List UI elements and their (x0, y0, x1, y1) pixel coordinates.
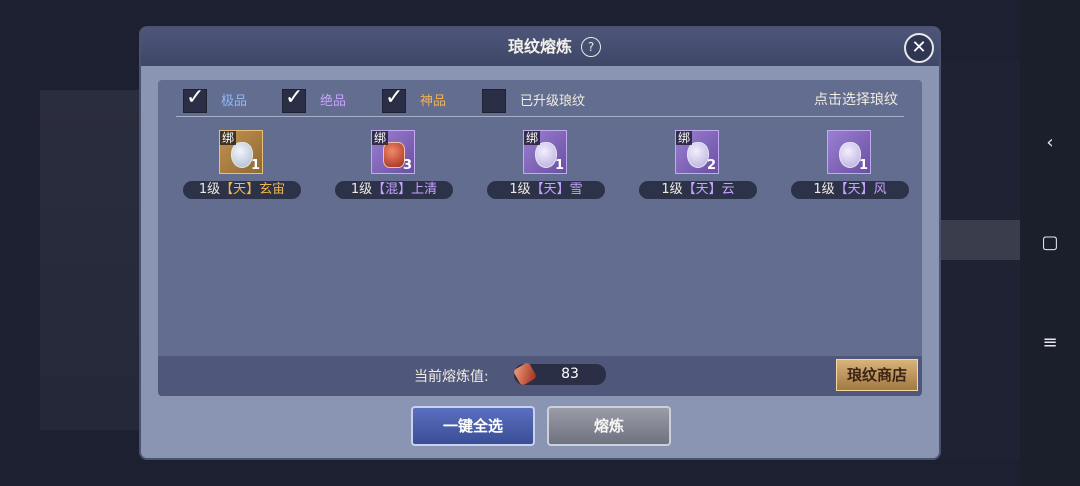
system-nav-bar: ‹ ▢ ≡ (1020, 0, 1080, 486)
item-icon[interactable]: 绑1 (523, 130, 567, 174)
background-panel (40, 90, 140, 430)
divider (176, 116, 904, 117)
background-block (940, 220, 1020, 260)
item-name: 1级【天】云 (639, 181, 757, 199)
item-card[interactable]: 绑 3 1级【混】上清 (335, 130, 453, 202)
home-icon[interactable]: ▢ (1040, 232, 1060, 253)
item-card[interactable]: 绑 1 1级【天】玄宙 (183, 130, 301, 202)
filter-checkbox[interactable] (482, 89, 506, 113)
item-level: 1级 (350, 182, 373, 197)
filter-label[interactable]: 神品 (420, 90, 446, 109)
filter-label[interactable]: 极品 (221, 90, 247, 109)
item-level: 1级 (813, 182, 835, 197)
bound-tag: 绑 (676, 131, 693, 145)
item-tier: 【天】 (530, 182, 570, 197)
bound-tag: 绑 (372, 131, 389, 145)
item-icon[interactable]: 绑1 (219, 130, 263, 174)
select-all-button[interactable]: 一键全选 (411, 406, 535, 446)
item-quantity: 1 (554, 158, 564, 173)
filter-row: ✓ 极品 ✓ 绝品 ✓ 神品 已升级琅纹 (158, 80, 922, 118)
title-bar: 琅纹熔炼 ? ✕ (141, 28, 939, 66)
rune-gem-icon (687, 142, 709, 168)
smelt-dialog: 琅纹熔炼 ? ✕ ✓ 极品 ✓ 绝品 ✓ 神品 已升级琅纹 点击选择琅纹 绑 1 1级【天】玄宙… (141, 28, 939, 458)
bound-tag: 绑 (220, 131, 237, 145)
check-icon: ✓ (385, 85, 404, 110)
filter-label[interactable]: 绝品 (320, 90, 346, 109)
item-icon[interactable]: 1 (827, 130, 871, 174)
select-hint: 点击选择琅纹 (814, 92, 898, 108)
item-name: 1级【混】上清 (335, 181, 453, 199)
check-icon: ✓ (186, 85, 205, 110)
item-quantity: 1 (858, 158, 868, 173)
item-icon[interactable]: 绑3 (371, 130, 415, 174)
background-list (940, 60, 1020, 460)
back-icon[interactable]: ‹ (1040, 132, 1060, 153)
item-card[interactable]: 1 1级【天】风 (791, 130, 909, 202)
item-name: 1级【天】雪 (487, 181, 605, 199)
smelt-value-label: 当前熔炼值: (414, 369, 489, 385)
item-quantity: 2 (706, 158, 716, 173)
item-quantity: 3 (402, 158, 412, 173)
dialog-title: 琅纹熔炼 (507, 37, 572, 56)
item-title: 云 (721, 182, 735, 197)
filter-checkbox[interactable]: ✓ (282, 85, 306, 113)
rune-gem-icon (231, 142, 253, 168)
item-title: 风 (873, 182, 887, 197)
bound-tag: 绑 (524, 131, 541, 145)
footer-bar: 当前熔炼值: 83 琅纹商店 (158, 356, 922, 396)
item-title: 玄宙 (259, 182, 286, 197)
shop-button[interactable]: 琅纹商店 (836, 359, 918, 391)
close-button[interactable]: ✕ (904, 33, 934, 63)
item-card[interactable]: 绑 1 1级【天】雪 (487, 130, 605, 202)
smelt-value: 83 (561, 366, 579, 382)
item-name: 1级【天】风 (791, 181, 909, 199)
menu-icon[interactable]: ≡ (1040, 332, 1060, 353)
content-panel: ✓ 极品 ✓ 绝品 ✓ 神品 已升级琅纹 点击选择琅纹 绑 1 1级【天】玄宙绑 3 1级【混】上清… (158, 80, 922, 396)
item-card[interactable]: 绑 2 1级【天】云 (639, 130, 757, 202)
smelt-button[interactable]: 熔炼 (547, 406, 671, 446)
item-title: 雪 (569, 182, 583, 197)
item-name: 1级【天】玄宙 (183, 181, 301, 199)
filter-checkbox[interactable]: ✓ (382, 85, 406, 113)
item-tier: 【天】 (682, 182, 722, 197)
filter-checkbox[interactable]: ✓ (183, 85, 207, 113)
rune-gem-icon (383, 142, 405, 168)
help-icon[interactable]: ? (581, 37, 601, 57)
rune-gem-icon (839, 142, 861, 168)
smelt-stone-icon (512, 361, 538, 387)
rune-gem-icon (535, 142, 557, 168)
item-level: 1级 (661, 182, 683, 197)
filter-label[interactable]: 已升级琅纹 (520, 90, 585, 109)
item-quantity: 1 (250, 158, 260, 173)
item-icon[interactable]: 绑2 (675, 130, 719, 174)
check-icon: ✓ (285, 85, 304, 110)
item-level: 1级 (198, 182, 221, 197)
item-level: 1级 (509, 182, 531, 197)
item-tier: 【天】 (834, 182, 874, 197)
smelt-value-box: 83 (512, 361, 606, 387)
item-title: 上清 (411, 182, 438, 197)
item-tier: 【天】 (220, 182, 260, 197)
item-tier: 【混】 (372, 182, 412, 197)
